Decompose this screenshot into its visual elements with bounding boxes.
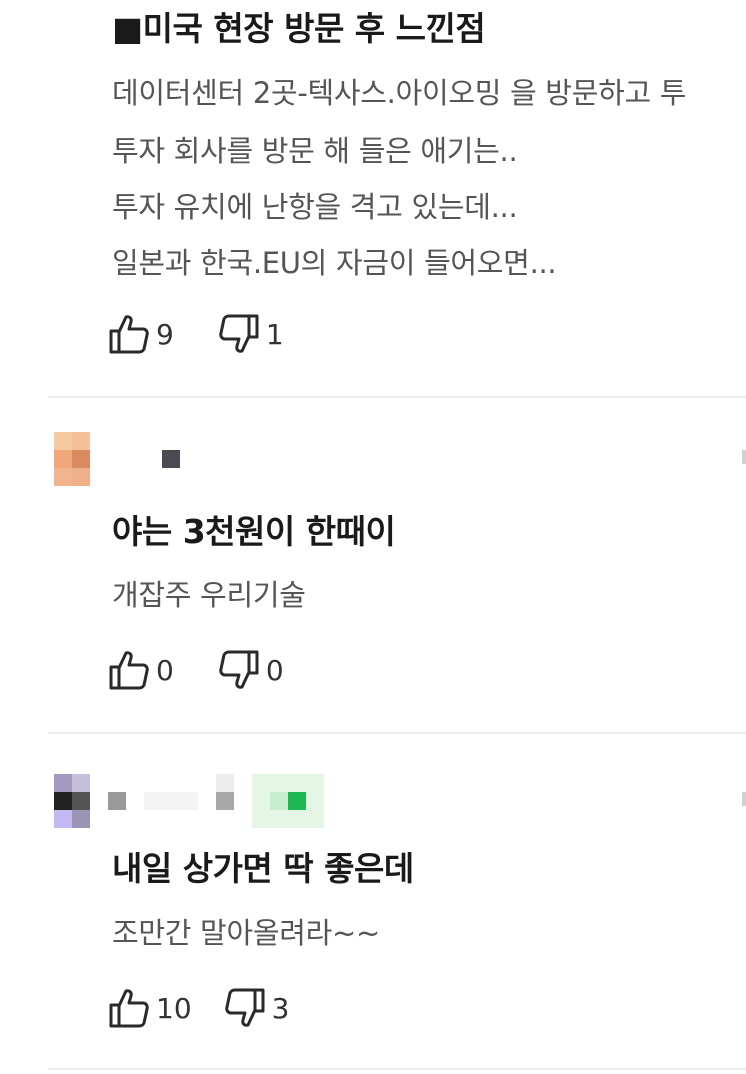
author-name	[108, 792, 126, 810]
badge-mark	[270, 792, 288, 810]
like-count: 10	[156, 991, 192, 1025]
post-body-line[interactable]: 조만간 말아올려라~~	[112, 910, 380, 952]
post-title[interactable]: 내일 상가면 딱 좋은데	[112, 842, 414, 890]
post-body-line[interactable]: 투자 유치에 난항을 격고 있는데...	[112, 184, 518, 226]
author-level	[216, 792, 234, 810]
avatar[interactable]	[54, 432, 90, 486]
thumbs-down-icon	[224, 987, 266, 1029]
post-divider	[48, 1068, 746, 1070]
post-body-line[interactable]: 일본과 한국.EU의 자금이 들어오면...	[112, 240, 557, 282]
author-info[interactable]	[108, 774, 746, 828]
dislike-button[interactable]: 0	[218, 649, 284, 691]
dislike-button[interactable]: 1	[218, 313, 284, 355]
like-button[interactable]: 0	[108, 649, 174, 691]
thumbs-down-icon	[218, 649, 260, 691]
like-count: 0	[156, 653, 174, 687]
author-level	[216, 774, 234, 792]
dislike-count: 3	[271, 991, 290, 1025]
thumbs-down-icon	[218, 313, 260, 355]
author-name	[162, 450, 180, 468]
thumbs-up-icon	[108, 987, 150, 1029]
post-item: ■미국 현장 방문 후 느낀점 데이터센터 2곳-텍사스.아이오밍 을 방문하고…	[0, 0, 746, 400]
reaction-bar: 9 1	[108, 312, 284, 356]
post-divider	[48, 732, 746, 734]
reaction-bar: 10 3	[108, 986, 289, 1030]
post-item: 내일 상가면 딱 좋은데 조만간 말아올려라~~ 10 3	[0, 736, 746, 1074]
more-options-icon[interactable]	[742, 450, 746, 464]
more-options-icon[interactable]	[742, 792, 746, 806]
dislike-count: 1	[265, 317, 284, 351]
post-title[interactable]: ■미국 현장 방문 후 느낀점	[112, 2, 486, 50]
like-button[interactable]: 9	[108, 313, 174, 355]
status-badge	[252, 774, 324, 828]
dislike-button[interactable]: 3	[224, 987, 290, 1029]
post-body-line[interactable]: 개잡주 우리기술	[112, 572, 306, 614]
like-button[interactable]: 10	[108, 987, 192, 1029]
post-body-line[interactable]: 데이터센터 2곳-텍사스.아이오밍 을 방문하고 투	[112, 70, 686, 112]
author-name	[144, 792, 198, 810]
thumbs-up-icon	[108, 313, 150, 355]
post-divider	[48, 396, 746, 398]
post-title[interactable]: 야는 3천원이 한때이	[112, 505, 396, 553]
dislike-count: 0	[265, 653, 284, 687]
post-item: 야는 3천원이 한때이 개잡주 우리기술 0 0	[0, 400, 746, 734]
avatar[interactable]	[54, 774, 90, 828]
reaction-bar: 0 0	[108, 648, 284, 692]
author-info[interactable]	[108, 432, 746, 486]
like-count: 9	[156, 317, 174, 351]
thumbs-up-icon	[108, 649, 150, 691]
post-body-line[interactable]: 투자 회사를 방문 해 들은 애기는..	[112, 128, 518, 170]
badge-mark	[288, 792, 306, 810]
